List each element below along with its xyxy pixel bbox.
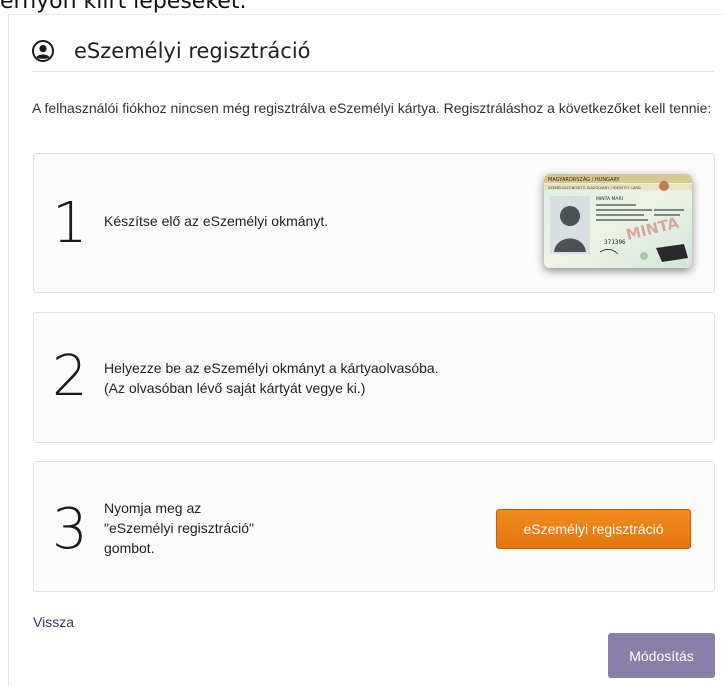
step-text-line: "eSzemélyi regisztráció": [104, 520, 254, 536]
back-link[interactable]: Vissza: [33, 614, 74, 630]
step-text-line: Készítse elő az eSzemélyi okmányt.: [104, 213, 329, 229]
svg-text:MINTA MARI: MINTA MARI: [596, 196, 623, 202]
section-header: eSzemélyi regisztráció: [32, 38, 714, 72]
truncated-top-text: ernyőn kiírt lépéseket.: [0, 0, 247, 14]
step-text: Helyezze be az eSzemélyi okmányt a kárty…: [104, 358, 439, 398]
step-number: 3: [52, 497, 88, 562]
step-text-line: gombot.: [104, 540, 155, 556]
intro-text: A felhasználói fiókhoz nincsen még regis…: [32, 100, 712, 116]
step-number: 2: [52, 344, 88, 409]
step-text-line: (Az olvasóban lévő saját kártyát vegye k…: [104, 380, 366, 396]
eszemelyi-register-button[interactable]: eSzemélyi regisztráció: [496, 509, 691, 549]
svg-text:MAGYARORSZÁG / HUNGARY: MAGYARORSZÁG / HUNGARY: [548, 176, 621, 183]
step-text: Nyomja meg az "eSzemélyi regisztráció" g…: [104, 498, 254, 558]
svg-text:371396: 371396: [604, 239, 626, 246]
svg-text:SZEMÉLYAZONOSÍTÓ IGAZOLVÁNY /: SZEMÉLYAZONOSÍTÓ IGAZOLVÁNY / IDENTITY C…: [548, 185, 641, 190]
modify-button[interactable]: Módosítás: [608, 633, 715, 678]
page-title: eSzemélyi regisztráció: [74, 39, 311, 63]
step-text-line: Nyomja meg az: [104, 500, 202, 516]
step-number: 1: [52, 191, 88, 256]
step-2-box: 2 Helyezze be az eSzemélyi okmányt a kár…: [33, 312, 715, 443]
id-card-image: MAGYARORSZÁG / HUNGARY SZEMÉLYAZONOSÍTÓ …: [544, 174, 692, 268]
step-text-line: Helyezze be az eSzemélyi okmányt a kárty…: [104, 360, 439, 376]
step-text: Készítse elő az eSzemélyi okmányt.: [104, 211, 328, 231]
step-1-box: 1 Készítse elő az eSzemélyi okmányt. MAG…: [33, 153, 715, 293]
step-3-box: 3 Nyomja meg az "eSzemélyi regisztráció"…: [33, 461, 715, 592]
user-circle-icon: [32, 40, 54, 62]
